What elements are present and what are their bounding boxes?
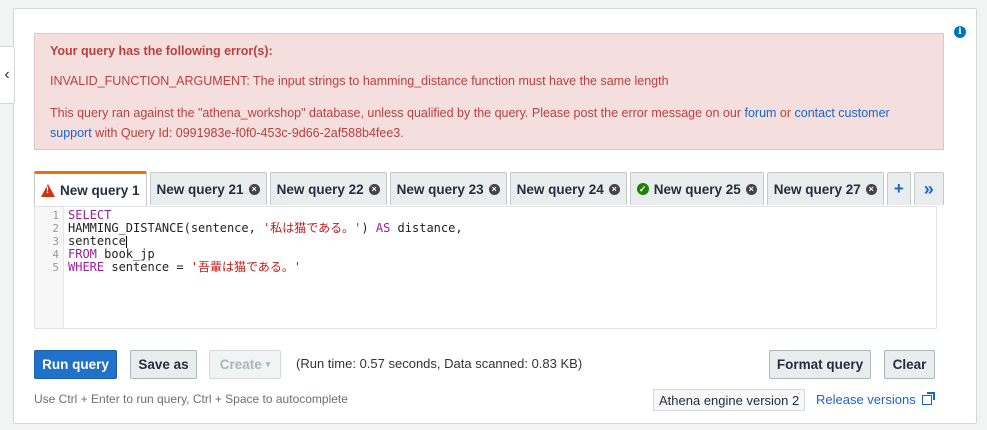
create-dropdown-button[interactable]: Create ▾ [209, 350, 281, 379]
close-icon[interactable]: × [248, 183, 260, 195]
sql-string: '吾輩は猫である。' [190, 260, 302, 274]
chevron-down-icon: ▾ [265, 359, 271, 369]
clear-button[interactable]: Clear [884, 350, 935, 379]
error-detail-text: This query ran against the "athena_works… [50, 106, 745, 120]
line-number: 5 [52, 261, 59, 274]
sql-text: sentence = [104, 260, 191, 274]
engine-version-badge: Athena engine version 2 [653, 389, 806, 411]
sql-text: ) [361, 221, 376, 235]
more-tabs-button[interactable]: » [913, 172, 944, 205]
error-message: INVALID_FUNCTION_ARGUMENT: The input str… [50, 74, 669, 88]
external-link-icon [921, 391, 935, 405]
code-area[interactable]: SELECT HAMMING_DISTANCE(sentence, '私は猫であ… [68, 209, 463, 274]
sql-text: distance, [390, 221, 463, 235]
tab-new-query-25[interactable]: ✓ New query 25 × [629, 172, 764, 205]
tab-label: New query 24 [516, 181, 604, 197]
close-icon[interactable]: × [865, 183, 877, 195]
tab-new-query-22[interactable]: New query 22 × [269, 172, 387, 205]
check-circle-icon: ✓ [636, 183, 649, 195]
close-icon[interactable]: × [488, 183, 500, 195]
keyboard-hint: Use Ctrl + Enter to run query, Ctrl + Sp… [34, 392, 348, 406]
format-query-button[interactable]: Format query [769, 350, 871, 379]
forum-link[interactable]: forum [744, 106, 776, 120]
tab-new-query-27[interactable]: New query 27 × [766, 172, 884, 205]
sql-text: HAMMING_DISTANCE(sentence, [68, 221, 264, 235]
line-number: 4 [52, 248, 59, 261]
close-icon[interactable]: × [608, 183, 620, 195]
warning-icon [41, 183, 55, 197]
add-tab-button[interactable]: + [886, 172, 911, 205]
save-as-button[interactable]: Save as [130, 350, 197, 379]
query-tabs: New query 1 New query 21 × New query 22 … [34, 171, 944, 206]
tab-label: New query 21 [156, 181, 244, 197]
error-detail-or: or [776, 106, 795, 120]
tab-new-query-24[interactable]: New query 24 × [509, 172, 627, 205]
sql-keyword: AS [375, 221, 391, 235]
sql-editor[interactable]: 1 2 3 4 5 SELECT HAMMING_DISTANCE(senten… [34, 206, 937, 329]
tab-new-query-1[interactable]: New query 1 [34, 171, 147, 206]
sql-keyword: FROM [68, 247, 97, 261]
run-stats: (Run time: 0.57 seconds, Data scanned: 0… [296, 356, 583, 371]
tab-label: New query 27 [773, 181, 861, 197]
tab-label: New query 1 [60, 182, 140, 198]
sql-keyword: SELECT [68, 208, 112, 222]
create-label: Create [219, 357, 262, 372]
sql-text: book_jp [96, 247, 155, 261]
error-title: Your query has the following error(s): [50, 44, 273, 58]
collapse-panel-button[interactable]: ‹ [0, 46, 15, 104]
query-id-text: with Query Id: 0991983e-f0f0-453c-9d66-2… [91, 126, 404, 140]
release-versions-label: Release versions [816, 392, 916, 407]
line-number: 2 [52, 222, 59, 235]
close-icon[interactable]: × [368, 183, 380, 195]
line-number: 1 [52, 209, 59, 222]
tab-label: New query 22 [276, 181, 364, 197]
close-icon[interactable]: × [745, 183, 757, 195]
tab-new-query-21[interactable]: New query 21 × [149, 172, 267, 205]
tab-label: New query 23 [396, 181, 484, 197]
error-detail: This query ran against the "athena_works… [50, 103, 928, 143]
sql-string: '私は猫である。' [263, 221, 362, 235]
code-line: WHERE sentence = '吾輩は猫である。' [68, 261, 463, 274]
chevron-left-icon: ‹ [4, 66, 10, 83]
double-chevron-right-icon: » [923, 178, 934, 199]
tab-label: New query 25 [653, 181, 741, 197]
sql-text: sentence [68, 234, 126, 248]
plus-icon: + [893, 179, 904, 198]
info-icon[interactable]: i [954, 26, 966, 38]
release-versions-link[interactable]: Release versions [816, 391, 935, 407]
tab-new-query-23[interactable]: New query 23 × [389, 172, 507, 205]
code-line: HAMMING_DISTANCE(sentence, '私は猫である。') AS… [68, 222, 463, 235]
line-number: 3 [52, 235, 59, 248]
error-alert: Your query has the following error(s): I… [34, 33, 944, 150]
run-query-button[interactable]: Run query [34, 350, 117, 379]
line-numbers: 1 2 3 4 5 [35, 207, 64, 328]
text-cursor [125, 235, 127, 248]
sql-keyword: WHERE [68, 260, 105, 274]
